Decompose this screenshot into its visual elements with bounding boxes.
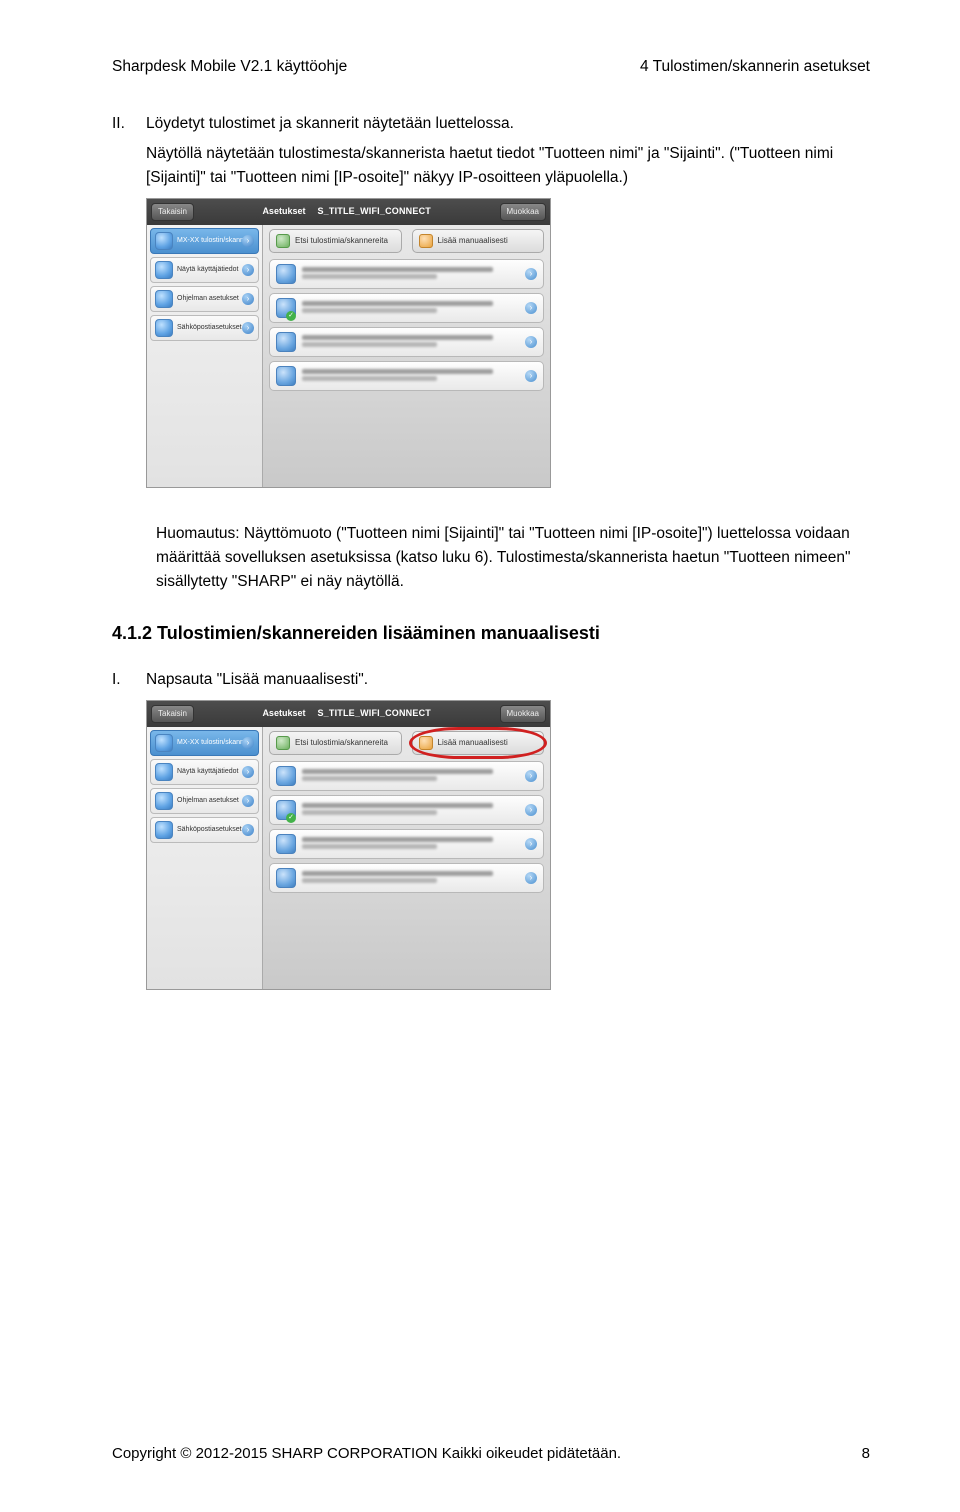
chevron-right-icon: ›	[242, 737, 254, 749]
device-row[interactable]: ›	[269, 829, 544, 859]
sidebar-item-label: Näytä käyttäjätiedot	[177, 767, 238, 778]
button-label: Etsi tulostimia/skannereita	[295, 235, 388, 247]
sidebar-item-printer[interactable]: MX-XX tulostin/skanneri ›	[150, 730, 259, 756]
device-row[interactable]: ›	[269, 259, 544, 289]
sidebar-item-email[interactable]: Sähköpostiasetukset ›	[150, 817, 259, 843]
item2-line1: Löydetyt tulostimet ja skannerit näytetä…	[146, 112, 870, 136]
sidebar-item-label: MX-XX tulostin/skanneri	[177, 236, 252, 247]
add-manually-button[interactable]: Lisää manuaalisesti	[412, 731, 545, 755]
search-printers-button[interactable]: Etsi tulostimia/skannereita	[269, 731, 402, 755]
sidebar-item-label: Ohjelman asetukset	[177, 294, 239, 305]
chevron-right-icon: ›	[525, 804, 537, 816]
chevron-right-icon: ›	[242, 795, 254, 807]
sidebar-item-settings[interactable]: Ohjelman asetukset ›	[150, 788, 259, 814]
chevron-right-icon: ›	[525, 336, 537, 348]
header-left: Sharpdesk Mobile V2.1 käyttöohje	[112, 58, 347, 76]
device-row[interactable]: ✓ ›	[269, 795, 544, 825]
highlight-circle	[409, 727, 548, 759]
sidebar-item-user[interactable]: Näytä käyttäjätiedot ›	[150, 759, 259, 785]
list-item-i: I. Napsauta "Lisää manuaalisesti". Takai…	[112, 668, 870, 1010]
device-icon	[276, 868, 296, 888]
sidebar-item-email[interactable]: Sähköpostiasetukset ›	[150, 315, 259, 341]
copyright-text: Copyright © 2012-2015 SHARP CORPORATION …	[112, 1445, 621, 1462]
chevron-right-icon: ›	[242, 766, 254, 778]
screenshot-1: Takaisin Asetukset S_TITLE_WIFI_CONNECT …	[146, 198, 870, 488]
device-row[interactable]: ›	[269, 863, 544, 893]
chevron-right-icon: ›	[242, 235, 254, 247]
titlebar: Takaisin Asetukset S_TITLE_WIFI_CONNECT …	[147, 199, 550, 225]
marker-ii: II.	[112, 112, 132, 136]
chevron-right-icon: ›	[525, 268, 537, 280]
sidebar-item-label: Näytä käyttäjätiedot	[177, 265, 238, 276]
sidebar-item-label: MX-XX tulostin/skanneri	[177, 738, 252, 749]
device-icon	[276, 264, 296, 284]
sidebar: MX-XX tulostin/skanneri › Näytä käyttäjä…	[147, 225, 263, 487]
chevron-right-icon: ›	[242, 824, 254, 836]
window-title: S_TITLE_WIFI_CONNECT	[317, 707, 431, 721]
device-row[interactable]: ›	[269, 327, 544, 357]
sidebar-item-label: Sähköpostiasetukset	[177, 825, 242, 836]
screenshot-2: Takaisin Asetukset S_TITLE_WIFI_CONNECT …	[146, 700, 870, 990]
section-heading: 4.1.2 Tulostimien/skannereiden lisäämine…	[112, 620, 870, 648]
titlebar: Takaisin Asetukset S_TITLE_WIFI_CONNECT …	[147, 701, 550, 727]
sidebar-item-label: Sähköpostiasetukset	[177, 323, 242, 334]
item2-para: Näytöllä näytetään tulostimesta/skanneri…	[146, 142, 870, 190]
marker-i: I.	[112, 668, 132, 692]
window-title: S_TITLE_WIFI_CONNECT	[317, 205, 431, 219]
back-button[interactable]: Takaisin	[151, 705, 194, 723]
device-row[interactable]: ›	[269, 361, 544, 391]
sidebar: MX-XX tulostin/skanneri › Näytä käyttäjä…	[147, 727, 263, 989]
device-icon	[276, 332, 296, 352]
gear-icon	[155, 792, 173, 810]
list-item-ii: II. Löydetyt tulostimet ja skannerit näy…	[112, 112, 870, 508]
plus-icon	[419, 234, 433, 248]
search-icon	[276, 234, 290, 248]
printer-icon	[155, 232, 173, 250]
add-manually-button[interactable]: Lisää manuaalisesti	[412, 229, 545, 253]
sidebar-item-settings[interactable]: Ohjelman asetukset ›	[150, 286, 259, 312]
chevron-right-icon: ›	[525, 838, 537, 850]
check-icon: ✓	[286, 813, 296, 823]
sidebar-item-user[interactable]: Näytä käyttäjätiedot ›	[150, 257, 259, 283]
search-printers-button[interactable]: Etsi tulostimia/skannereita	[269, 229, 402, 253]
note-paragraph: Huomautus: Näyttömuoto ("Tuotteen nimi […	[156, 522, 870, 594]
sidebar-header-label: Asetukset	[262, 707, 305, 721]
chevron-right-icon: ›	[242, 293, 254, 305]
check-icon: ✓	[286, 311, 296, 321]
device-row[interactable]: ›	[269, 761, 544, 791]
user-icon	[155, 261, 173, 279]
mail-icon	[155, 319, 173, 337]
user-icon	[155, 763, 173, 781]
button-label: Lisää manuaalisesti	[438, 235, 508, 247]
chevron-right-icon: ›	[242, 322, 254, 334]
page-number: 8	[862, 1445, 870, 1462]
header-right: 4 Tulostimen/skannerin asetukset	[640, 58, 870, 76]
chevron-right-icon: ›	[525, 302, 537, 314]
edit-button[interactable]: Muokkaa	[500, 705, 546, 723]
edit-button[interactable]: Muokkaa	[500, 203, 546, 221]
page-header: Sharpdesk Mobile V2.1 käyttöohje 4 Tulos…	[112, 58, 870, 76]
chevron-right-icon: ›	[525, 872, 537, 884]
button-label: Etsi tulostimia/skannereita	[295, 737, 388, 749]
back-button[interactable]: Takaisin	[151, 203, 194, 221]
device-icon	[276, 366, 296, 386]
gear-icon	[155, 290, 173, 308]
sidebar-item-printer[interactable]: MX-XX tulostin/skanneri ›	[150, 228, 259, 254]
sidebar-header-label: Asetukset	[262, 205, 305, 219]
device-icon	[276, 766, 296, 786]
chevron-right-icon: ›	[525, 770, 537, 782]
sidebar-item-label: Ohjelman asetukset	[177, 796, 239, 807]
device-row[interactable]: ✓ ›	[269, 293, 544, 323]
chevron-right-icon: ›	[525, 370, 537, 382]
chevron-right-icon: ›	[242, 264, 254, 276]
page-footer: Copyright © 2012-2015 SHARP CORPORATION …	[112, 1445, 870, 1462]
step1-text: Napsauta "Lisää manuaalisesti".	[146, 668, 870, 692]
device-icon	[276, 834, 296, 854]
search-icon	[276, 736, 290, 750]
printer-icon	[155, 734, 173, 752]
mail-icon	[155, 821, 173, 839]
